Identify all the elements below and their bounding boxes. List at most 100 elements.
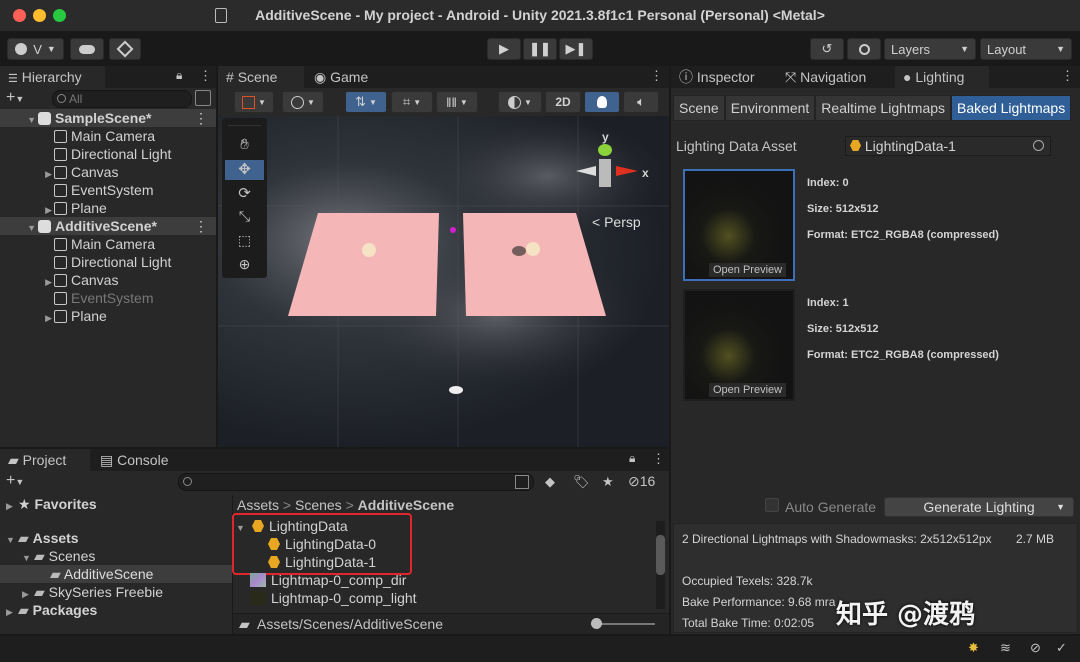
breadcrumb-current[interactable]: AdditiveScene: [358, 497, 454, 513]
hierarchy-scene-row[interactable]: ▼ AdditiveScene* ⋮: [0, 217, 216, 235]
lock-icon[interactable]: 🔒︎: [176, 68, 182, 83]
rect-tool-icon[interactable]: ⬚: [225, 232, 264, 252]
hidden-packages-toggle[interactable]: ⊘16: [628, 473, 655, 490]
favorite-icon[interactable]: ★: [602, 474, 614, 490]
expand-arrow-icon[interactable]: [0, 127, 54, 145]
audio-toggle[interactable]: 🔈︎: [623, 91, 659, 113]
expand-arrow-icon[interactable]: [0, 181, 54, 199]
expand-arrow-icon[interactable]: ▼: [0, 529, 18, 549]
project-tree-item[interactable]: ▶ ▰ Packages: [0, 601, 232, 619]
expand-arrow-icon[interactable]: [0, 253, 54, 271]
history-button[interactable]: ↺: [810, 38, 844, 60]
project-search-input[interactable]: [178, 473, 534, 491]
breadcrumb-scenes[interactable]: Scenes: [295, 497, 342, 513]
orientation-gizmo[interactable]: y x < Persp: [568, 126, 653, 230]
file-list-item[interactable]: ▼ LightingData: [236, 517, 654, 535]
expand-arrow-icon[interactable]: [0, 145, 54, 163]
project-tree-item[interactable]: ▶ ▰ SkySeries Freebie: [0, 583, 232, 601]
object-picker-icon[interactable]: [1033, 140, 1044, 151]
hand-tool-icon[interactable]: ✋︎: [225, 136, 264, 156]
add-object-button[interactable]: +▼: [6, 89, 24, 107]
transform-tool-icon[interactable]: ⊕: [225, 256, 264, 276]
hierarchy-object-row[interactable]: Directional Light: [0, 145, 216, 163]
expand-arrow-icon[interactable]: [0, 235, 54, 253]
projection-label[interactable]: < Persp: [592, 214, 641, 230]
hierarchy-object-row[interactable]: Main Camera: [0, 235, 216, 253]
expand-arrow-icon[interactable]: ▶: [0, 163, 54, 183]
breadcrumb-assets[interactable]: Assets: [237, 497, 279, 513]
hierarchy-object-row[interactable]: Main Camera: [0, 127, 216, 145]
cache-icon[interactable]: ≋: [1000, 640, 1011, 656]
lighting-toggle[interactable]: [584, 91, 620, 113]
global-local-dropdown[interactable]: ▼: [282, 91, 324, 113]
more-menu-icon[interactable]: ⋮: [652, 451, 665, 467]
hierarchy-object-row[interactable]: ▶ Canvas: [0, 163, 216, 181]
expand-arrow-icon[interactable]: ▶: [0, 495, 18, 515]
search-mode-icon[interactable]: [515, 475, 529, 489]
step-button[interactable]: ▶❚: [559, 38, 593, 60]
project-tree-item[interactable]: ▶ ★ Favorites: [0, 495, 232, 513]
create-asset-button[interactable]: +▼: [6, 472, 24, 490]
tab-game[interactable]: ◉ Game: [306, 66, 386, 88]
file-list-item[interactable]: LightingData-0: [236, 535, 654, 553]
layers-dropdown[interactable]: Layers ▼: [884, 38, 976, 60]
open-preview-button[interactable]: Open Preview: [709, 383, 787, 397]
project-tree-item[interactable]: ▰ AdditiveScene: [0, 565, 232, 583]
gizmo-y-axis[interactable]: [598, 144, 612, 156]
shading-mode-dropdown[interactable]: ▼: [498, 91, 542, 113]
expand-arrow-icon[interactable]: [0, 289, 54, 307]
generate-lighting-button[interactable]: Generate Lighting ▼: [884, 497, 1074, 517]
expand-arrow-icon[interactable]: ▼: [0, 109, 38, 129]
toggle-2d-button[interactable]: 2D: [545, 91, 581, 113]
file-list-item[interactable]: LightingData-1: [236, 553, 654, 571]
scale-tool-icon[interactable]: ⤡: [225, 208, 264, 228]
lock-icon[interactable]: 🔒︎: [629, 451, 635, 466]
file-list-item[interactable]: Lightmap-0_comp_dir: [236, 571, 654, 589]
hierarchy-search-input[interactable]: All: [52, 90, 192, 108]
subtab-scene[interactable]: Scene: [673, 95, 725, 121]
expand-arrow-icon[interactable]: ▶: [0, 583, 34, 603]
expand-arrow-icon[interactable]: ▼: [0, 217, 38, 237]
grid-snapping-dropdown[interactable]: ⌗ ▼: [391, 91, 433, 113]
tab-hierarchy[interactable]: ☰ Hierarchy: [0, 66, 105, 88]
more-menu-icon[interactable]: ⋮: [650, 68, 663, 84]
pivot-toggle[interactable]: ⇅ ▼: [345, 91, 387, 113]
tab-console[interactable]: ▤ Console: [92, 449, 182, 471]
tab-inspector[interactable]: ⓘ Inspector: [671, 66, 775, 88]
move-tool-icon[interactable]: ✥: [225, 160, 264, 180]
more-menu-icon[interactable]: ⋮: [194, 109, 208, 127]
hierarchy-object-row[interactable]: ▶ Plane: [0, 307, 216, 325]
cloud-button[interactable]: [70, 38, 104, 60]
file-list-scrollbar[interactable]: [656, 521, 665, 609]
hierarchy-object-row[interactable]: ▶ Plane: [0, 199, 216, 217]
scene-visibility-button[interactable]: [195, 90, 211, 106]
debug-icon[interactable]: ⊘: [1030, 640, 1041, 656]
check-icon[interactable]: ✓: [1056, 640, 1067, 656]
auto-generate-checkbox[interactable]: [765, 498, 779, 512]
tab-project[interactable]: ▰ Project: [0, 449, 90, 471]
lightmap-thumbnail[interactable]: Open Preview: [683, 169, 795, 281]
more-menu-icon[interactable]: ⋮: [194, 217, 208, 235]
draw-mode-dropdown[interactable]: ▼: [234, 91, 274, 113]
hierarchy-object-row[interactable]: ▶ Canvas: [0, 271, 216, 289]
increment-snap-dropdown[interactable]: ‖‖ ▼: [436, 91, 478, 113]
expand-arrow-icon[interactable]: ▶: [0, 199, 54, 219]
label-icon[interactable]: 🏷︎: [573, 474, 590, 490]
tab-scene[interactable]: # Scene: [218, 66, 304, 88]
hierarchy-object-row[interactable]: EventSystem: [0, 181, 216, 199]
open-preview-button[interactable]: Open Preview: [709, 263, 787, 277]
tab-lighting[interactable]: ● Lighting: [895, 66, 989, 88]
scene-viewport[interactable]: ✋︎ ✥ ⟳ ⤡ ⬚ ⊕ y x < Persp: [218, 116, 669, 447]
icon-size-slider-handle[interactable]: [591, 618, 602, 629]
lightmap-thumbnail[interactable]: Open Preview: [683, 289, 795, 401]
filter-type-icon[interactable]: ◆: [545, 474, 555, 490]
gizmo-neg-x[interactable]: [576, 166, 596, 176]
auto-lighting-icon[interactable]: ✸: [968, 640, 979, 656]
more-menu-icon[interactable]: ⋮: [1061, 68, 1074, 84]
collab-button[interactable]: [109, 38, 141, 60]
gizmo-x-axis[interactable]: [616, 166, 638, 176]
more-menu-icon[interactable]: ⋮: [199, 68, 212, 84]
sphere-left[interactable]: [362, 243, 376, 257]
account-dropdown[interactable]: V ▼: [7, 38, 64, 60]
expand-arrow-icon[interactable]: ▶: [0, 271, 54, 291]
